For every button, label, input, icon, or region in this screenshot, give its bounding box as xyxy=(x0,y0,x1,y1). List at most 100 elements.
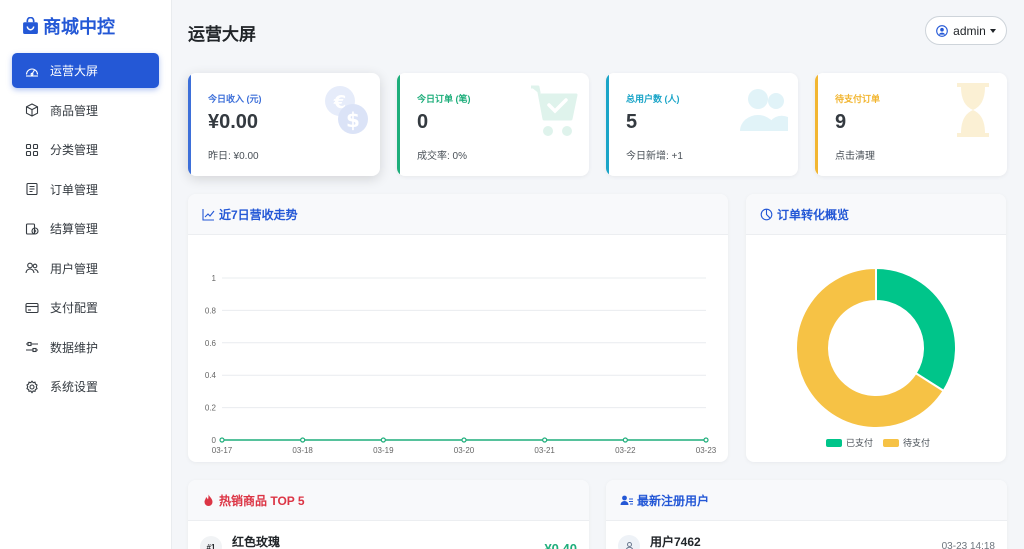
panel-title: 热销商品 TOP 5 xyxy=(219,493,305,508)
y-tick-label: 0.4 xyxy=(205,371,217,380)
sidebar-item-dashboard[interactable]: 运营大屏 xyxy=(12,53,159,88)
revenue-trend-panel: 近7日营收走势 0 0.2 0.4 0.6 0.8 1 03-17 03-18 03-19 03-… xyxy=(188,194,728,462)
hourglass-icon xyxy=(957,83,989,137)
currency-icon: € $ xyxy=(325,86,368,134)
sidebar-item-data[interactable]: 数据维护 xyxy=(12,330,159,365)
x-tick-label: 03-22 xyxy=(615,446,636,455)
hot-products-panel: 热销商品 TOP 5 #1 红色玫瑰 ¥0.40 xyxy=(188,480,589,549)
box-icon xyxy=(25,103,39,117)
sidebar-item-label: 系统设置 xyxy=(50,380,99,394)
x-tick-label: 03-23 xyxy=(696,446,717,455)
users-icon xyxy=(740,89,788,131)
panel-header: 订单转化概览 xyxy=(746,194,1006,235)
data-point xyxy=(622,437,628,443)
user-circle-icon xyxy=(936,24,949,37)
legend-label: 已支付 xyxy=(846,438,874,448)
user-add-icon xyxy=(620,495,633,505)
list-item[interactable]: 用户7462 03-23 14:18 xyxy=(606,521,1007,549)
data-point xyxy=(703,437,709,443)
user-name: 用户7462 xyxy=(650,535,701,549)
sidebar-item-label: 支付配置 xyxy=(50,301,99,315)
stat-card-revenue[interactable]: 今日收入 (元) ¥0.00 昨日: ¥0.00 € $ xyxy=(188,73,380,176)
svg-text:$: $ xyxy=(346,108,360,132)
order-conversion-panel: 订单转化概览 xyxy=(746,194,1006,462)
x-tick-label: 03-18 xyxy=(292,446,313,455)
stat-sub: 昨日: ¥0.00 xyxy=(208,151,259,162)
card-icon xyxy=(25,301,39,315)
register-time: 03-23 14:18 xyxy=(941,541,995,549)
sidebar-item-products[interactable]: 商品管理 xyxy=(12,93,159,128)
y-tick-label: 0 xyxy=(212,436,217,445)
y-tick-label: 0.6 xyxy=(205,339,217,348)
sidebar-item-label: 分类管理 xyxy=(50,143,99,157)
panel-header: 最新注册用户 xyxy=(606,480,1007,521)
bag-icon xyxy=(23,17,38,34)
sidebar-nav: 运营大屏 商品管理 分类管理 订单管理 结算管理 用户管理 支付配置 数据维护 … xyxy=(0,53,171,404)
x-tick-label: 03-20 xyxy=(454,446,475,455)
data-point xyxy=(219,437,225,443)
sidebar-item-payment[interactable]: 支付配置 xyxy=(12,290,159,325)
stat-sub: 今日新增: +1 xyxy=(626,151,683,162)
dashboard-icon xyxy=(25,64,39,78)
sidebar-item-label: 商品管理 xyxy=(50,103,99,118)
settlement-icon xyxy=(25,222,39,236)
stat-card-users[interactable]: 总用户数 (人) 5 今日新增: +1 xyxy=(606,73,798,176)
sidebar-item-label: 结算管理 xyxy=(50,222,99,236)
sidebar-item-label: 数据维护 xyxy=(50,340,99,355)
sidebar-item-label: 运营大屏 xyxy=(50,64,99,78)
receipt-icon xyxy=(25,182,39,196)
sidebar-item-users[interactable]: 用户管理 xyxy=(12,251,159,286)
data-point xyxy=(542,437,548,443)
panel-title: 订单转化概览 xyxy=(777,207,850,222)
user-avatar xyxy=(618,535,640,549)
sidebar-item-orders[interactable]: 订单管理 xyxy=(12,172,159,207)
latest-users-panel: 最新注册用户 用户7462 03-23 14:18 xyxy=(606,480,1007,549)
pie-chart-icon xyxy=(760,208,773,220)
gear-icon xyxy=(25,379,39,394)
user-icon xyxy=(625,541,633,549)
legend-item-paid[interactable]: 已支付 xyxy=(826,436,873,449)
stat-value: 5 xyxy=(626,111,638,133)
page-title: 运营大屏 xyxy=(188,25,256,44)
users-icon xyxy=(25,261,39,275)
stat-label: 今日订单 (笔) xyxy=(417,94,471,104)
y-tick-label: 0.8 xyxy=(205,306,217,315)
y-tick-label: 0.2 xyxy=(205,404,217,413)
brand[interactable]: 商城中控 xyxy=(0,0,171,52)
sidebar-item-system[interactable]: 系统设置 xyxy=(12,369,159,404)
cart-icon xyxy=(531,85,578,136)
panel-header: 近7日营收走势 xyxy=(188,194,728,235)
product-price: ¥0.40 xyxy=(544,541,577,549)
donut-legend: 已支付 待支付 xyxy=(826,436,940,449)
y-tick-label: 1 xyxy=(212,274,217,283)
stat-value: 9 xyxy=(835,111,847,133)
stat-card-orders[interactable]: 今日订单 (笔) 0 成交率: 0% xyxy=(397,73,589,176)
brand-name: 商城中控 xyxy=(43,17,115,37)
order-donut-chart xyxy=(795,266,957,429)
user-menu-button[interactable]: admin xyxy=(925,16,1007,45)
stat-label: 待支付订单 xyxy=(835,94,881,104)
sliders-icon xyxy=(25,340,39,354)
list-item[interactable]: #1 红色玫瑰 ¥0.40 xyxy=(188,521,589,549)
rank-badge: #1 xyxy=(200,536,222,549)
fire-icon xyxy=(204,494,213,506)
data-point xyxy=(380,437,386,443)
x-tick-label: 03-17 xyxy=(212,446,233,455)
data-point xyxy=(461,437,467,443)
stat-card-pending[interactable]: 待支付订单 9 点击清理 xyxy=(815,73,1007,176)
revenue-line-chart: 0 0.2 0.4 0.6 0.8 1 03-17 03-18 03-19 03-20 03-21 0… xyxy=(205,274,717,455)
sidebar-item-label: 订单管理 xyxy=(50,182,99,197)
panel-title: 最新注册用户 xyxy=(637,493,710,508)
stat-label: 今日收入 (元) xyxy=(208,94,262,104)
stat-value: 0 xyxy=(417,111,429,133)
legend-item-pending[interactable]: 待支付 xyxy=(883,436,930,449)
stat-sub: 点击清理 xyxy=(835,151,875,162)
x-tick-label: 03-21 xyxy=(534,446,555,455)
stat-value: ¥0.00 xyxy=(208,111,259,133)
panel-title: 近7日营收走势 xyxy=(219,207,298,222)
user-name: admin xyxy=(953,23,986,38)
sidebar-item-categories[interactable]: 分类管理 xyxy=(12,132,159,167)
x-tick-label: 03-19 xyxy=(373,446,394,455)
panel-header: 热销商品 TOP 5 xyxy=(188,480,589,521)
sidebar-item-settlement[interactable]: 结算管理 xyxy=(12,211,159,246)
